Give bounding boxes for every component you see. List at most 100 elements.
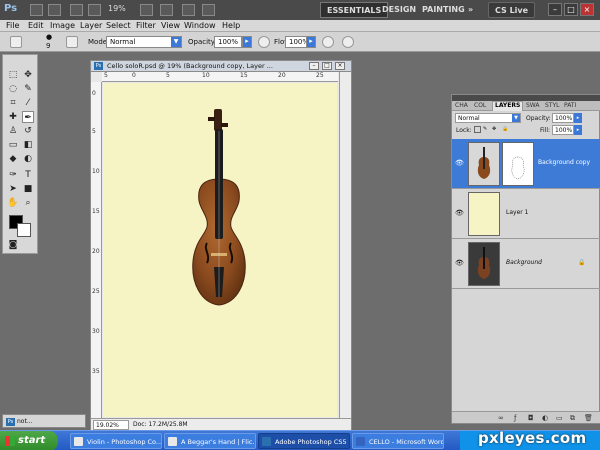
flow-slider-icon[interactable]: ▸ — [306, 36, 316, 48]
tab-color[interactable]: COL — [474, 102, 486, 109]
view-extras-icon[interactable] — [70, 4, 83, 16]
visibility-eye-icon[interactable]: 👁 — [455, 209, 464, 217]
menu-window[interactable]: Window — [184, 21, 216, 30]
clone-stamp-icon[interactable]: ♙ — [7, 125, 19, 137]
path-select-icon[interactable]: ➤ — [7, 183, 19, 195]
bridge-icon[interactable] — [30, 4, 43, 16]
document-canvas[interactable] — [103, 83, 337, 417]
tab-channels[interactable]: CHA — [455, 102, 468, 109]
taskbar-item-beggars-hand[interactable]: A Beggar's Hand | Flic... — [164, 433, 256, 449]
zoom-input[interactable]: 19.02% — [93, 420, 129, 430]
hand-tool-icon[interactable]: ✋ — [7, 197, 19, 209]
tab-paths[interactable]: PATI — [564, 102, 576, 109]
zoom-level-icon[interactable] — [88, 4, 101, 16]
layer-row-background[interactable]: 👁 Background 🔒 — [452, 239, 600, 289]
vertical-scrollbar[interactable] — [339, 72, 351, 418]
lock-position-icon[interactable]: ✥ — [492, 126, 499, 133]
marquee-tool-icon[interactable]: ⬚ — [7, 69, 19, 81]
paint-bucket-icon[interactable]: ◧ — [22, 139, 34, 151]
tab-styles[interactable]: STYL — [545, 102, 559, 109]
menu-layer[interactable]: Layer — [80, 21, 102, 30]
mini-bridge-icon[interactable] — [48, 4, 61, 16]
hand-tool-icon[interactable] — [140, 4, 153, 16]
layer-name[interactable]: Background — [506, 259, 542, 266]
lasso-tool-icon[interactable]: ◌ — [7, 83, 19, 95]
lock-pixels-icon[interactable]: ✎ — [483, 126, 490, 133]
layer-row-background-copy[interactable]: 👁 Background copy — [452, 139, 600, 189]
menu-edit[interactable]: Edit — [28, 21, 44, 30]
visibility-eye-icon[interactable]: 👁 — [455, 259, 464, 267]
menu-filter[interactable]: Filter — [136, 21, 156, 30]
more-workspaces-icon[interactable]: » — [462, 2, 479, 18]
brush-preset-icon[interactable] — [10, 36, 22, 48]
fill-input[interactable]: 100% ▸ — [552, 125, 582, 135]
fx-icon[interactable]: ƒ — [514, 414, 516, 422]
cs-live-button[interactable]: CS Live — [488, 2, 536, 18]
crop-tool-icon[interactable]: ⌗ — [7, 97, 19, 109]
menu-view[interactable]: View — [161, 21, 180, 30]
opacity-input[interactable]: 100% — [214, 36, 242, 48]
doc-maximize-icon[interactable]: □ — [322, 62, 332, 70]
quick-mask-icon[interactable]: ◙ — [7, 239, 19, 251]
visibility-eye-icon[interactable]: 👁 — [455, 159, 464, 167]
taskbar-item-word[interactable]: CELLO - Microsoft Word — [352, 433, 444, 449]
layer-mask-thumbnail[interactable] — [502, 142, 534, 186]
pen-tool-icon[interactable]: ✑ — [7, 169, 19, 181]
move-tool-icon[interactable]: ✥ — [22, 69, 34, 81]
new-layer-icon[interactable]: ⧉ — [570, 414, 575, 423]
horizontal-ruler[interactable]: 5 0 5 10 15 20 25 — [102, 72, 338, 82]
start-button[interactable]: start — [0, 431, 58, 450]
trash-icon[interactable]: 🗑 — [584, 414, 593, 422]
tab-layers[interactable]: LAYERS — [492, 101, 524, 111]
layer-name[interactable]: Layer 1 — [506, 209, 528, 216]
fill-slider-icon[interactable]: ▸ — [574, 125, 582, 135]
rotate-view-icon[interactable] — [160, 4, 173, 16]
tablet-pressure-size-icon[interactable] — [342, 36, 354, 48]
layer-opacity-input[interactable]: 100% ▸ — [552, 113, 582, 123]
adjustment-icon[interactable]: ◐ — [542, 414, 548, 422]
menu-image[interactable]: Image — [50, 21, 75, 30]
doc-minimize-icon[interactable]: – — [309, 62, 319, 70]
zoom-level[interactable]: 19% — [108, 4, 126, 13]
document-tab[interactable]: Ps Cello soloR.psd @ 19% (Background cop… — [91, 61, 351, 72]
lock-all-icon[interactable]: 🔒 — [502, 126, 509, 133]
history-brush-icon[interactable]: ↺ — [22, 125, 34, 137]
opacity-slider-icon[interactable]: ▸ — [242, 36, 252, 48]
tablet-pressure-opacity-icon[interactable] — [258, 36, 270, 48]
doc-close-icon[interactable]: × — [335, 62, 345, 70]
lock-transparency-icon[interactable] — [474, 126, 481, 133]
minimize-icon[interactable]: – — [548, 3, 562, 16]
menu-file[interactable]: File — [6, 21, 19, 30]
brush-tool-icon[interactable]: ✒ — [22, 111, 34, 123]
flow-input[interactable]: 100% — [285, 36, 309, 48]
eraser-tool-icon[interactable]: ▭ — [7, 139, 19, 151]
blend-mode-select[interactable]: Normal ▼ — [455, 113, 521, 123]
layer-name[interactable]: Background copy — [538, 159, 590, 166]
close-icon[interactable]: × — [580, 3, 594, 16]
document-size-info[interactable]: Doc: 17.2M/25.8M — [133, 421, 188, 428]
blur-tool-icon[interactable]: ◆ — [7, 153, 19, 165]
shape-tool-icon[interactable]: ■ — [22, 183, 34, 195]
menu-help[interactable]: Help — [222, 21, 240, 30]
quick-select-tool-icon[interactable]: ✎ — [22, 83, 34, 95]
arrange-documents-icon[interactable] — [182, 4, 195, 16]
group-icon[interactable]: ▭ — [556, 414, 563, 422]
minimized-document[interactable]: Ps not... — [2, 414, 86, 428]
brush-size[interactable]: 9 — [46, 42, 50, 50]
link-icon[interactable]: ∞ — [498, 414, 504, 422]
mode-select[interactable]: Normal ▼ — [106, 36, 182, 48]
opacity-slider-icon[interactable]: ▸ — [574, 113, 582, 123]
layer-row-layer-1[interactable]: 👁 Layer 1 — [452, 189, 600, 239]
eyedropper-tool-icon[interactable]: ⁄ — [22, 97, 34, 109]
tab-swatches[interactable]: SWA — [526, 102, 540, 109]
airbrush-icon[interactable] — [322, 36, 334, 48]
healing-brush-icon[interactable]: ✚ — [7, 111, 19, 123]
zoom-tool-icon[interactable]: ⌕ — [22, 197, 34, 209]
maximize-icon[interactable]: □ — [564, 3, 578, 16]
type-tool-icon[interactable]: T — [22, 169, 34, 181]
vertical-ruler[interactable]: 0 5 10 15 20 25 30 35 — [91, 82, 102, 418]
mask-icon[interactable]: ◘ — [528, 414, 534, 422]
brush-panel-icon[interactable] — [66, 36, 78, 48]
background-color-swatch[interactable] — [17, 223, 31, 237]
taskbar-item-violin-photoshop[interactable]: Violin - Photoshop Co... — [70, 433, 162, 449]
